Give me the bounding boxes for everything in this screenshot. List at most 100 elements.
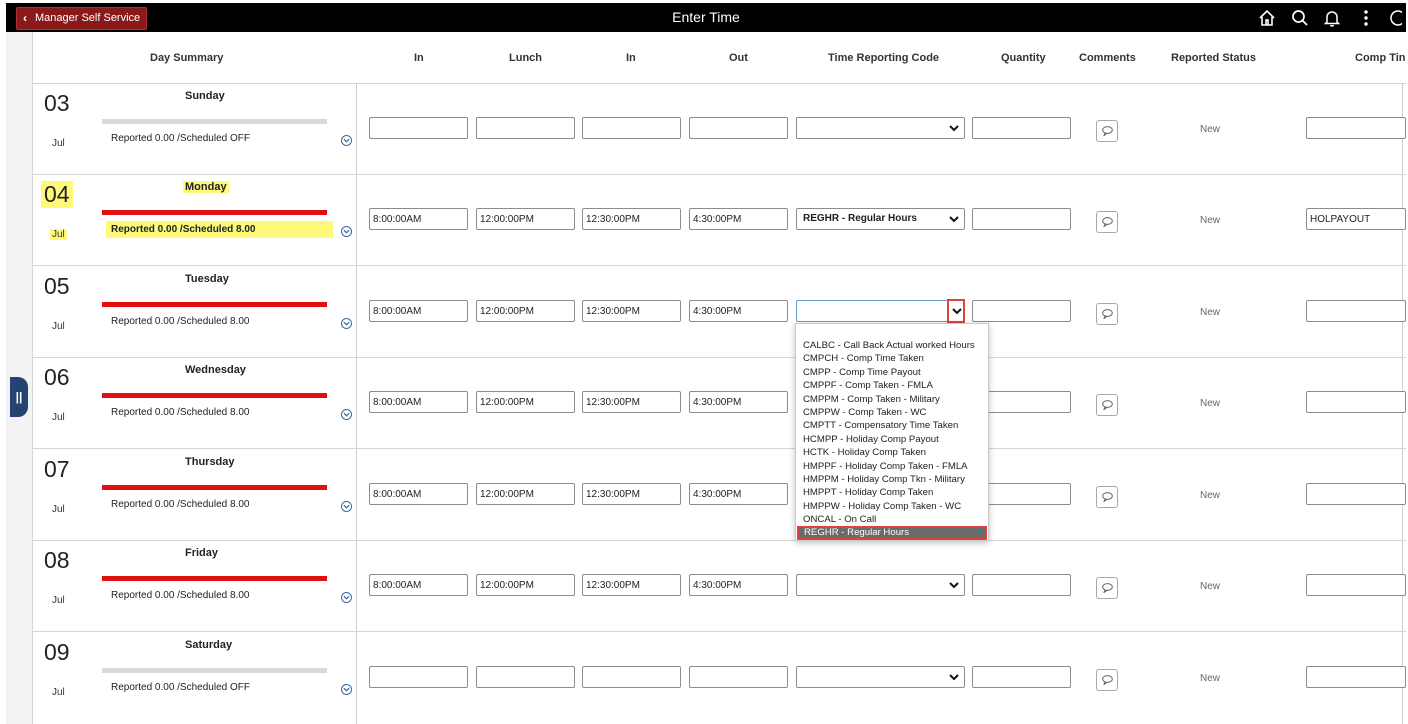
help-icon[interactable] (1388, 8, 1402, 28)
expand-icon[interactable] (341, 501, 352, 512)
dropdown-option[interactable]: CMPPW - Comp Taken - WC (796, 406, 988, 419)
time-reporting-code-select[interactable] (796, 574, 965, 596)
day-number: 07 (44, 456, 70, 482)
dropdown-option[interactable]: HMPPM - Holiday Comp Tkn - Military (796, 473, 988, 486)
comment-icon[interactable] (1096, 577, 1118, 599)
quantity-input[interactable] (972, 208, 1071, 230)
dropdown-option[interactable]: ONCAL - On Call (796, 513, 988, 526)
reported-scheduled-text: Reported 0.00 /Scheduled OFF (111, 682, 250, 693)
schedule-status-bar (102, 485, 327, 490)
dropdown-option[interactable]: CMPPF - Comp Taken - FMLA (796, 379, 988, 392)
bell-icon[interactable] (1322, 8, 1342, 28)
reported-scheduled-text: Reported 0.00 /Scheduled 8.00 (111, 499, 250, 510)
comment-icon[interactable] (1096, 211, 1118, 233)
header-time-reporting-code: Time Reporting Code (828, 52, 940, 64)
out-time-input[interactable] (689, 483, 788, 505)
expand-icon[interactable] (341, 226, 352, 237)
day-month: Jul (52, 687, 65, 698)
time-reporting-code-select[interactable] (796, 666, 965, 688)
comp-time-input[interactable] (1306, 117, 1406, 139)
quantity-input[interactable] (972, 574, 1071, 596)
comment-icon[interactable] (1096, 394, 1118, 416)
time-reporting-code-select[interactable]: REGHR - Regular Hours (796, 208, 965, 230)
in-time-2-input[interactable] (582, 483, 681, 505)
dropdown-option[interactable]: HCMPP - Holiday Comp Payout (796, 433, 988, 446)
lunch-time-input[interactable] (476, 300, 575, 322)
time-reporting-code-select[interactable] (796, 117, 965, 139)
header-out: Out (729, 52, 748, 64)
lunch-time-input[interactable] (476, 208, 575, 230)
chevron-down-icon[interactable] (947, 670, 961, 684)
in-time-input[interactable] (369, 483, 468, 505)
table-row-day-07: 07 Jul Thursday Reported 0.00 /Scheduled… (33, 450, 1406, 541)
back-button[interactable]: ‹ Manager Self Service (16, 7, 147, 30)
quantity-input[interactable] (972, 666, 1071, 688)
lunch-time-input[interactable] (476, 117, 575, 139)
quantity-input[interactable] (972, 117, 1071, 139)
in-time-2-input[interactable] (582, 574, 681, 596)
comp-time-input[interactable] (1306, 574, 1406, 596)
search-icon[interactable] (1290, 8, 1310, 28)
time-reporting-code-select[interactable] (796, 299, 965, 323)
dropdown-option-selected[interactable]: REGHR - Regular Hours (797, 526, 987, 540)
chevron-down-icon[interactable] (947, 578, 961, 592)
day-number: 05 (44, 273, 70, 299)
lunch-time-input[interactable] (476, 666, 575, 688)
lunch-time-input[interactable] (476, 574, 575, 596)
reported-status: New (1200, 215, 1221, 226)
more-icon[interactable] (1356, 8, 1376, 28)
quantity-input[interactable] (972, 300, 1071, 322)
out-time-input[interactable] (689, 117, 788, 139)
in-time-2-input[interactable] (582, 391, 681, 413)
in-time-input[interactable] (369, 666, 468, 688)
expand-icon[interactable] (341, 135, 352, 146)
in-time-input[interactable] (369, 117, 468, 139)
dropdown-option[interactable]: CMPTT - Compensatory Time Taken (796, 419, 988, 432)
in-time-2-input[interactable] (582, 666, 681, 688)
dropdown-option[interactable]: HMPPT - Holiday Comp Taken (796, 486, 988, 499)
comp-time-input[interactable] (1306, 666, 1406, 688)
back-button-label: Manager Self Service (35, 12, 141, 24)
chevron-down-icon[interactable] (947, 121, 961, 135)
side-panel-toggle[interactable]: || (10, 377, 28, 417)
header-quantity: Quantity (1001, 52, 1046, 64)
lunch-time-input[interactable] (476, 483, 575, 505)
dropdown-option[interactable]: CMPP - Comp Time Payout (796, 366, 988, 379)
out-time-input[interactable] (689, 208, 788, 230)
out-time-input[interactable] (689, 300, 788, 322)
in-time-2-input[interactable] (582, 208, 681, 230)
comment-icon[interactable] (1096, 303, 1118, 325)
comp-time-input[interactable] (1306, 300, 1406, 322)
dropdown-option[interactable]: HCTK - Holiday Comp Taken (796, 446, 988, 459)
chevron-down-icon[interactable] (947, 299, 965, 323)
dropdown-option[interactable]: CMPPM - Comp Taken - Military (796, 393, 988, 406)
comment-icon[interactable] (1096, 120, 1118, 142)
in-time-input[interactable] (369, 208, 468, 230)
in-time-2-input[interactable] (582, 300, 681, 322)
comment-icon[interactable] (1096, 486, 1118, 508)
dropdown-option[interactable]: HMPPW - Holiday Comp Taken - WC (796, 500, 988, 513)
home-icon[interactable] (1257, 8, 1277, 28)
expand-icon[interactable] (341, 409, 352, 420)
lunch-time-input[interactable] (476, 391, 575, 413)
out-time-input[interactable] (689, 666, 788, 688)
day-month: Jul (52, 321, 65, 332)
out-time-input[interactable] (689, 391, 788, 413)
expand-icon[interactable] (341, 592, 352, 603)
chevron-down-icon[interactable] (947, 212, 961, 226)
dropdown-option[interactable]: CALBC - Call Back Actual worked Hours (796, 339, 988, 352)
table-row-day-06: 06 Jul Wednesday Reported 0.00 /Schedule… (33, 358, 1406, 449)
out-time-input[interactable] (689, 574, 788, 596)
comp-time-input[interactable] (1306, 208, 1406, 230)
in-time-2-input[interactable] (582, 117, 681, 139)
comment-icon[interactable] (1096, 669, 1118, 691)
comp-time-input[interactable] (1306, 391, 1406, 413)
expand-icon[interactable] (341, 684, 352, 695)
comp-time-input[interactable] (1306, 483, 1406, 505)
in-time-input[interactable] (369, 574, 468, 596)
dropdown-option[interactable]: HMPPF - Holiday Comp Taken - FMLA (796, 460, 988, 473)
in-time-input[interactable] (369, 300, 468, 322)
in-time-input[interactable] (369, 391, 468, 413)
dropdown-option[interactable]: CMPCH - Comp Time Taken (796, 352, 988, 365)
expand-icon[interactable] (341, 318, 352, 329)
